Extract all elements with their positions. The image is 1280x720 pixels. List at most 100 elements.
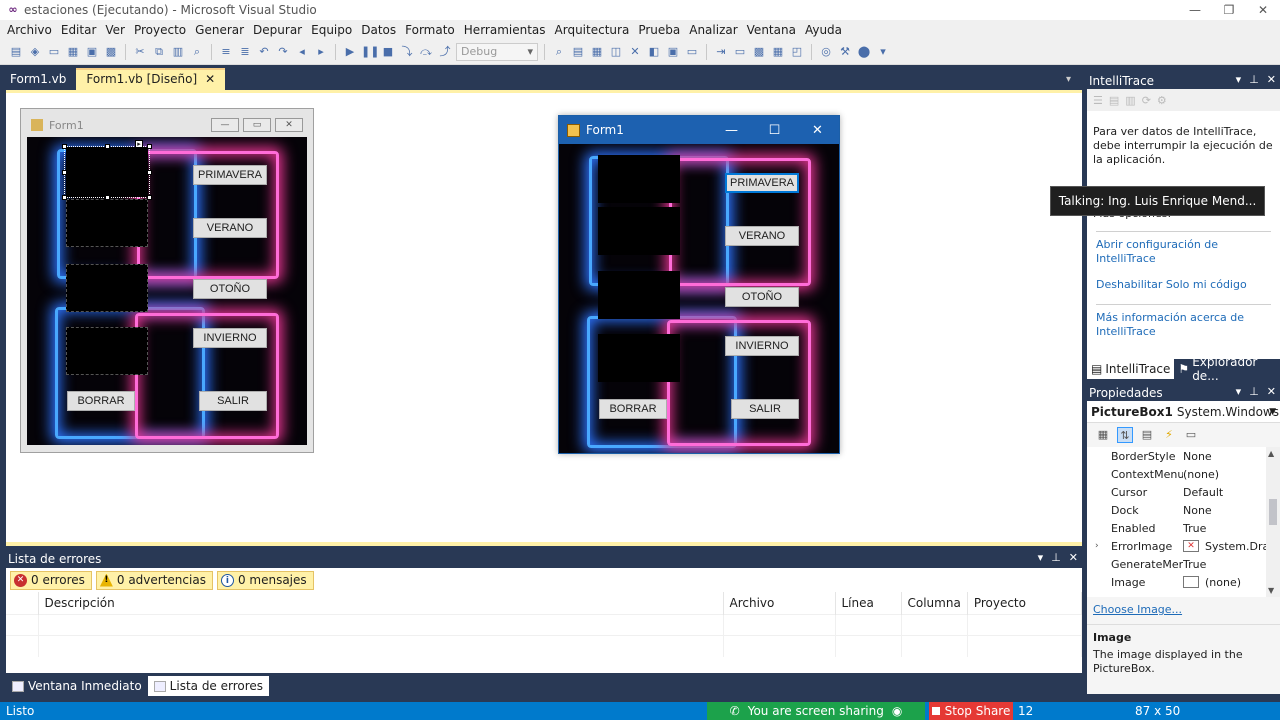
- property-value[interactable]: (none): [1183, 468, 1219, 481]
- panel-close-icon[interactable]: ✕: [1267, 385, 1276, 398]
- find-in-files-icon[interactable]: ⌕: [551, 44, 567, 60]
- design-button-otono[interactable]: OTOÑO: [193, 279, 267, 299]
- scroll-up-icon[interactable]: ▲: [1268, 449, 1274, 458]
- design-button-invierno[interactable]: INVIERNO: [193, 328, 267, 348]
- events-icon[interactable]: ⚡: [1161, 427, 1177, 443]
- stop-icon[interactable]: ■: [380, 44, 396, 60]
- resize-handle[interactable]: [62, 144, 67, 149]
- picturebox-2[interactable]: [66, 199, 148, 247]
- picturebox-3[interactable]: [66, 264, 148, 312]
- object-browser-icon[interactable]: ◫: [608, 44, 624, 60]
- add-item-icon[interactable]: ◈: [27, 44, 43, 60]
- uncomment-icon[interactable]: ≣: [237, 44, 253, 60]
- stop-share-button[interactable]: Stop Share: [929, 702, 1013, 720]
- property-value[interactable]: ✕ System.Dra: [1183, 540, 1269, 553]
- running-button-verano[interactable]: VERANO: [725, 226, 799, 246]
- settings-icon[interactable]: ⚙: [1157, 94, 1167, 107]
- column-descripcion[interactable]: Descripción: [38, 592, 724, 615]
- running-button-primavera[interactable]: PRIMAVERA: [725, 173, 799, 193]
- paste-icon[interactable]: ▥: [170, 44, 186, 60]
- tab-close-icon[interactable]: ✕: [205, 72, 215, 86]
- property-row[interactable]: Dock None: [1087, 501, 1280, 519]
- menu-depurar[interactable]: Depurar: [250, 23, 308, 37]
- menu-formato[interactable]: Formato: [402, 23, 461, 37]
- server-explorer-icon[interactable]: ▣: [665, 44, 681, 60]
- size-icon[interactable]: ▩: [751, 44, 767, 60]
- new-project-icon[interactable]: ▤: [8, 44, 24, 60]
- list-icon[interactable]: ☰: [1093, 94, 1103, 107]
- pin-icon[interactable]: ⊥: [1051, 551, 1061, 564]
- property-row[interactable]: BorderStyle None: [1087, 447, 1280, 465]
- minimize-button[interactable]: —: [1178, 0, 1212, 20]
- save-icon[interactable]: ▣: [84, 44, 100, 60]
- resize-handle[interactable]: [62, 195, 67, 200]
- running-form-close-button[interactable]: ✕: [796, 116, 839, 144]
- errors-filter-button[interactable]: ✕ 0 errores: [10, 570, 92, 590]
- running-form-minimize-button[interactable]: —: [710, 116, 753, 144]
- pause-icon[interactable]: ❚❚: [361, 44, 379, 60]
- record-icon[interactable]: ⬤: [856, 44, 872, 60]
- tab-dropdown-icon[interactable]: ▾: [1066, 74, 1071, 85]
- open-file-icon[interactable]: ▭: [46, 44, 62, 60]
- step-out-icon[interactable]: ⤴: [437, 44, 453, 60]
- property-grid-scrollbar[interactable]: ▲ ▼: [1266, 447, 1280, 597]
- cut-icon[interactable]: ✂: [132, 44, 148, 60]
- pin-icon[interactable]: ⊥: [1249, 385, 1259, 398]
- find-icon[interactable]: ⌕: [189, 44, 205, 60]
- panel-dropdown-icon[interactable]: ▾: [1236, 385, 1242, 398]
- undo-icon[interactable]: ↶: [256, 44, 272, 60]
- property-value[interactable]: True: [1183, 522, 1206, 535]
- scroll-thumb[interactable]: [1269, 499, 1277, 525]
- design-button-borrar[interactable]: BORRAR: [67, 391, 135, 411]
- menu-datos[interactable]: Datos: [358, 23, 402, 37]
- menu-ayuda[interactable]: Ayuda: [802, 23, 848, 37]
- property-row[interactable]: Cursor Default: [1087, 483, 1280, 501]
- tab-form1-design[interactable]: Form1.vb [Diseño] ✕: [76, 68, 226, 90]
- column-columna[interactable]: Columna: [901, 592, 968, 615]
- spacing-icon[interactable]: ▦: [770, 44, 786, 60]
- menu-arquitectura[interactable]: Arquitectura: [552, 23, 636, 37]
- save-all-icon[interactable]: ▩: [103, 44, 119, 60]
- maximize-button[interactable]: ❐: [1212, 0, 1246, 20]
- property-value[interactable]: None: [1183, 504, 1212, 517]
- menu-ver[interactable]: Ver: [102, 23, 131, 37]
- warnings-filter-button[interactable]: ! 0 advertencias: [95, 570, 213, 590]
- resize-handle[interactable]: [105, 144, 110, 149]
- panel-close-icon[interactable]: ✕: [1069, 551, 1078, 564]
- menu-analizar[interactable]: Analizar: [686, 23, 743, 37]
- link-open-intellitrace-config[interactable]: Abrir configuración de IntelliTrace: [1096, 238, 1271, 268]
- column-linea[interactable]: Línea: [835, 592, 902, 615]
- tab-lista-errores[interactable]: Lista de errores: [147, 676, 270, 696]
- open-icon[interactable]: ▥: [1125, 94, 1135, 107]
- redo-icon[interactable]: ↷: [275, 44, 291, 60]
- output-window-icon[interactable]: ▭: [684, 44, 700, 60]
- comment-icon[interactable]: ≡: [218, 44, 234, 60]
- tab-intellitrace[interactable]: ▤ IntelliTrace: [1087, 359, 1175, 379]
- expand-icon[interactable]: ›: [1095, 541, 1099, 551]
- messages-filter-button[interactable]: i 0 mensajes: [216, 570, 314, 590]
- order-icon[interactable]: ◰: [789, 44, 805, 60]
- menu-herramientas[interactable]: Herramientas: [461, 23, 552, 37]
- running-button-invierno[interactable]: INVIERNO: [725, 336, 799, 356]
- property-value[interactable]: True: [1183, 558, 1206, 571]
- object-selector[interactable]: PictureBox1 System.Windows.For ▼: [1087, 401, 1280, 423]
- menu-editar[interactable]: Editar: [58, 23, 103, 37]
- design-button-salir[interactable]: SALIR: [199, 391, 267, 411]
- property-row[interactable]: › ErrorImage ✕ System.Dra: [1087, 537, 1280, 555]
- running-form-window[interactable]: Form1 — ☐ ✕ PRIMAVERA VERANO OTOÑO INVIE…: [558, 115, 840, 454]
- link-more-info-intellitrace[interactable]: Más información acerca de IntelliTrace: [1096, 311, 1271, 341]
- design-form[interactable]: Form1 — ▭ ✕ ▸ PRIMAVERA VERANO OTOÑO INV…: [20, 108, 314, 453]
- panel-dropdown-icon[interactable]: ▾: [1038, 551, 1044, 564]
- solution-config-select[interactable]: Debug: [456, 43, 538, 61]
- toolbox-icon[interactable]: ✕: [627, 44, 643, 60]
- property-row[interactable]: Enabled True: [1087, 519, 1280, 537]
- align-left-icon[interactable]: ⇥: [713, 44, 729, 60]
- step-over-icon[interactable]: ⤼: [418, 44, 434, 60]
- properties-icon[interactable]: ▦: [589, 44, 605, 60]
- navigate-back-icon[interactable]: ◂: [294, 44, 310, 60]
- tab-ventana-inmediato[interactable]: Ventana Inmediato: [6, 676, 148, 696]
- zoom-icon[interactable]: ◎: [818, 44, 834, 60]
- start-icon[interactable]: ▶: [342, 44, 358, 60]
- running-button-salir[interactable]: SALIR: [731, 399, 799, 419]
- picturebox-4[interactable]: [66, 327, 148, 375]
